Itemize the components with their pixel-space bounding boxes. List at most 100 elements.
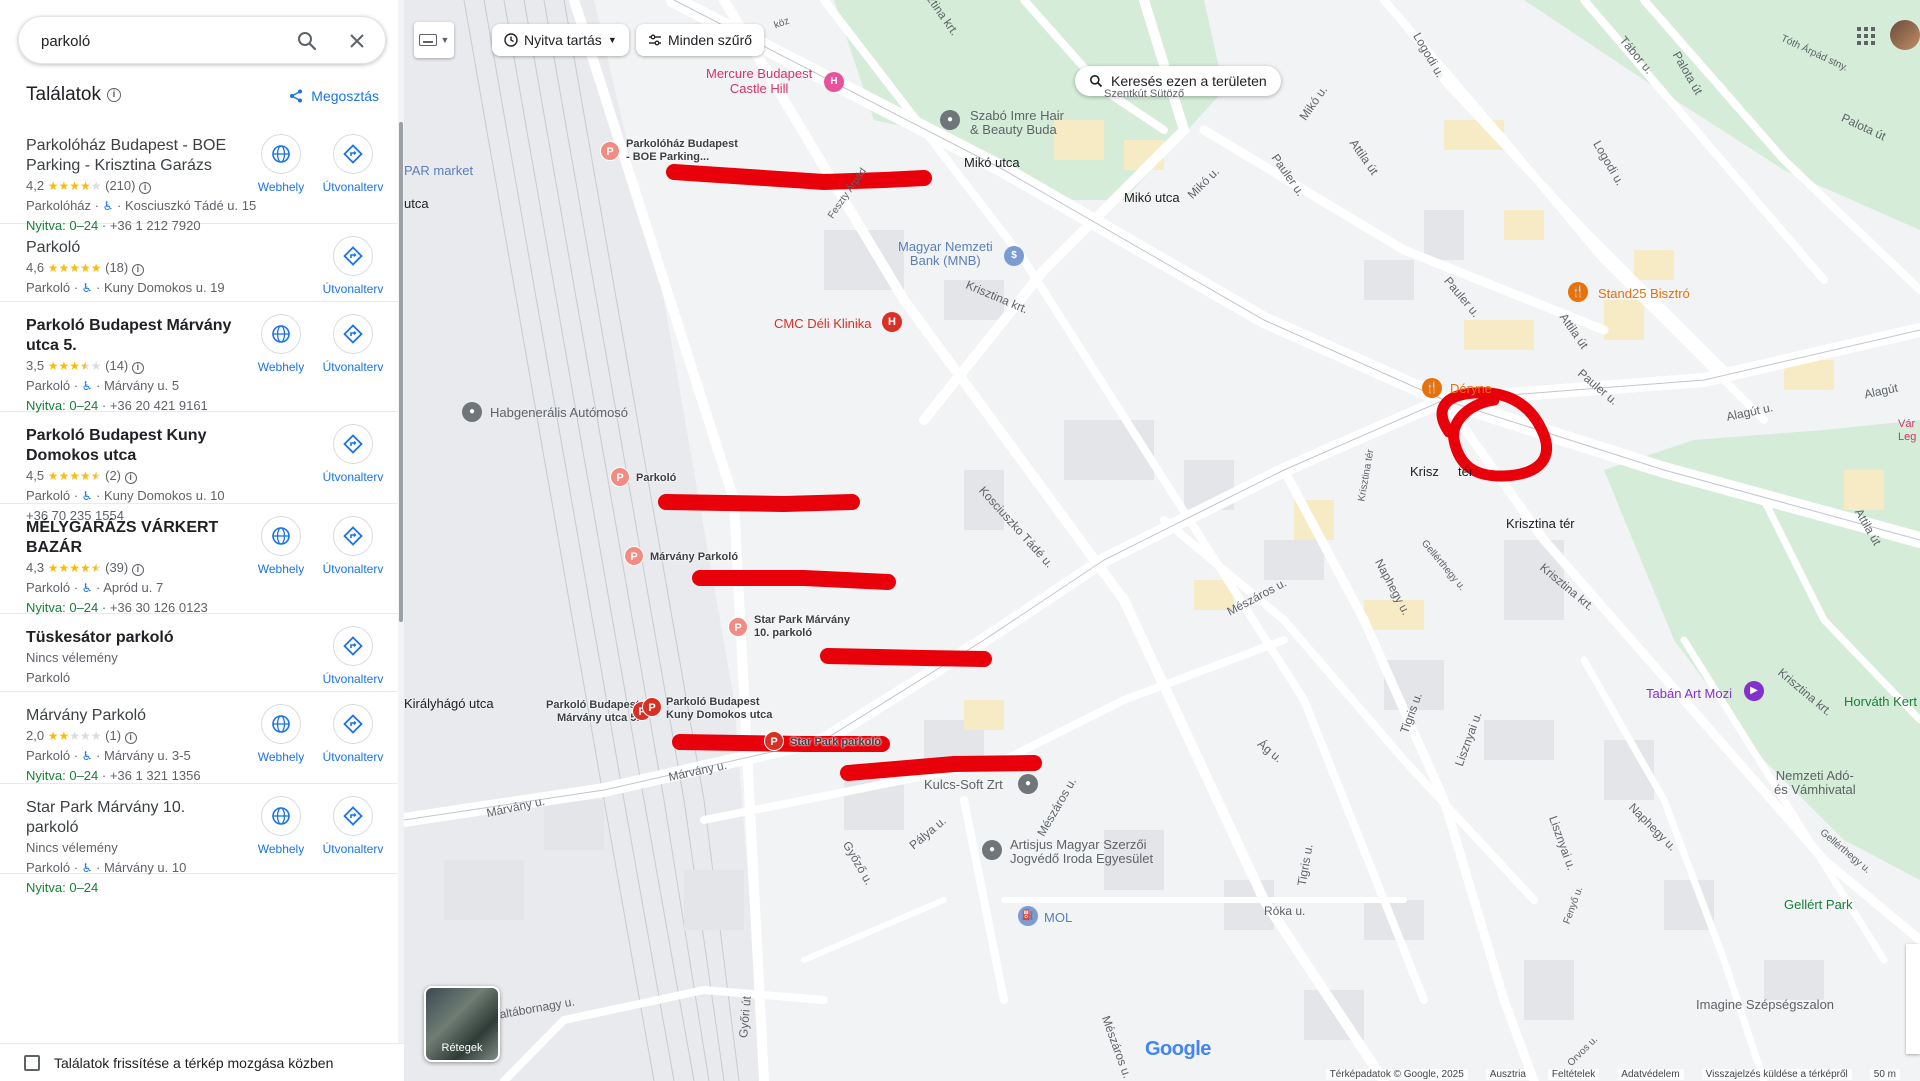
place-label-mercure[interactable]: Mercure Budapest Castle Hill bbox=[706, 66, 812, 96]
place-label-szentkuti[interactable]: Szentkút Sütöző bbox=[1104, 88, 1184, 100]
place-label-imagine[interactable]: Imagine Szépségszalon bbox=[1696, 997, 1834, 1012]
result-review-count[interactable]: (1) bbox=[105, 728, 121, 743]
place-label-szabo[interactable]: Szabó Imre Hair & Beauty Buda bbox=[970, 109, 1064, 137]
hospital-icon[interactable]: H bbox=[882, 312, 902, 332]
parking-label-parkolo[interactable]: Parkoló bbox=[636, 472, 676, 485]
directions-button[interactable]: Útvonalterv bbox=[320, 236, 386, 296]
parking-pin-starpark[interactable]: P bbox=[764, 731, 784, 751]
attribution-country[interactable]: Ausztria bbox=[1485, 1068, 1530, 1080]
website-button[interactable]: Webhely bbox=[248, 134, 314, 194]
result-card[interactable]: Parkoló Budapest Márvány utca 5. 3,5 ★★★★… bbox=[0, 302, 398, 413]
scrollbar-thumb[interactable] bbox=[399, 122, 403, 622]
info-icon[interactable]: i bbox=[124, 732, 137, 744]
place-label-krisztina-ter[interactable]: Krisztina tér bbox=[1506, 516, 1575, 531]
result-review-count[interactable]: (210) bbox=[105, 178, 135, 193]
search-box[interactable] bbox=[18, 16, 386, 64]
restaurant-icon[interactable]: 🍴 bbox=[1568, 282, 1588, 302]
directions-button[interactable]: Útvonalterv bbox=[320, 704, 386, 764]
result-phone[interactable]: +36 20 421 9161 bbox=[110, 398, 208, 413]
result-phone[interactable]: +36 30 126 0123 bbox=[110, 600, 208, 615]
result-card[interactable]: Parkoló 4,6 ★★★★★ (18) i Parkoló · ♿ · Kun… bbox=[0, 224, 398, 302]
search-input[interactable] bbox=[41, 29, 291, 53]
gas-station-icon[interactable]: ⛽ bbox=[1018, 906, 1038, 926]
place-label-artisjus[interactable]: Artisjus Magyar Szerzői Jogvédő Iroda Eg… bbox=[1010, 838, 1153, 866]
parking-pin-starpark-10[interactable]: P bbox=[728, 617, 748, 637]
search-icon[interactable] bbox=[295, 29, 319, 53]
directions-button[interactable]: Útvonalterv bbox=[320, 626, 386, 686]
place-label-miko-utca-stop[interactable]: Mikó utca bbox=[1124, 190, 1180, 205]
info-icon[interactable]: i bbox=[131, 564, 144, 576]
share-button[interactable]: Megosztás bbox=[289, 88, 379, 104]
result-card[interactable]: Parkolóház Budapest - BOE Parking - Kris… bbox=[0, 122, 398, 233]
keyboard-button[interactable]: ▼ bbox=[414, 22, 454, 58]
directions-button[interactable]: Útvonalterv bbox=[320, 134, 386, 194]
place-label-nav[interactable]: Nemzeti Adó- és Vámhivatal bbox=[1774, 769, 1856, 797]
directions-button[interactable]: Útvonalterv bbox=[320, 516, 386, 576]
parking-label-starpark[interactable]: Star Park parkoló bbox=[790, 736, 881, 749]
result-name[interactable]: Star Park Márvány 10. parkoló bbox=[26, 798, 236, 838]
result-card[interactable]: MÉLYGARÁZS VÁRKERT BAZÁR 4,3 ★★★★★ (39) i… bbox=[0, 504, 398, 615]
result-name[interactable]: Parkoló bbox=[26, 238, 236, 258]
car-wash-icon[interactable]: ● bbox=[462, 402, 482, 422]
bank-icon[interactable]: $ bbox=[1004, 246, 1024, 266]
apps-grid-icon[interactable] bbox=[1856, 26, 1876, 46]
parking-label-marvany-5[interactable]: Parkoló Budapest Márvány utca 5. bbox=[546, 699, 640, 725]
website-button[interactable]: Webhely bbox=[248, 314, 314, 374]
place-label-deryne[interactable]: Déryne bbox=[1450, 381, 1492, 396]
cinema-icon[interactable]: ▶ bbox=[1744, 681, 1764, 701]
parking-label-starpark-10[interactable]: Star Park Márvány 10. parkoló bbox=[754, 614, 850, 640]
close-icon[interactable] bbox=[345, 29, 369, 53]
result-name[interactable]: Márvány Parkoló bbox=[26, 706, 236, 726]
result-card[interactable]: Parkoló Budapest Kuny Domokos utca 4,5 ★★… bbox=[0, 412, 398, 523]
parking-pin-parkolo[interactable]: P bbox=[610, 467, 630, 487]
result-name[interactable]: MÉLYGARÁZS VÁRKERT BAZÁR bbox=[26, 518, 236, 558]
parking-label-kuny-domokos[interactable]: Parkoló Budapest Kuny Domokos utca bbox=[666, 696, 772, 722]
website-button[interactable]: Webhely bbox=[248, 704, 314, 764]
directions-button[interactable]: Útvonalterv bbox=[320, 424, 386, 484]
update-on-move-checkbox[interactable] bbox=[24, 1054, 40, 1071]
place-label-cmc[interactable]: CMC Déli Klinika bbox=[774, 316, 872, 331]
parking-label-boe[interactable]: Parkolóház Budapest - BOE Parking... bbox=[626, 138, 738, 164]
directions-button[interactable]: Útvonalterv bbox=[320, 796, 386, 856]
place-label-var[interactable]: Vár Leg bbox=[1898, 418, 1916, 444]
info-icon[interactable]: i bbox=[131, 264, 144, 276]
place-label-stand25[interactable]: Stand25 Bisztró bbox=[1598, 286, 1690, 301]
info-icon[interactable]: i bbox=[107, 88, 121, 102]
result-card[interactable]: Tüskesátor parkoló Nincs vélemény Parkoló Ú… bbox=[0, 614, 398, 692]
map-canvas[interactable]: ▼ Nyitva tartás ▼ Minden szűrő Keresés e… bbox=[404, 0, 1920, 1081]
info-icon[interactable]: i bbox=[124, 472, 137, 484]
place-label-gellert[interactable]: Gellért Park bbox=[1784, 897, 1853, 912]
restaurant-icon[interactable]: 🍴 bbox=[1422, 378, 1442, 398]
place-label-habgeneralis[interactable]: Habgenerális Autómosó bbox=[490, 405, 628, 420]
result-review-count[interactable]: (14) bbox=[105, 358, 128, 373]
directions-button[interactable]: Útvonalterv bbox=[320, 314, 386, 374]
place-label-par-market[interactable]: PAR market bbox=[404, 163, 473, 178]
result-name[interactable]: Parkoló Budapest Kuny Domokos utca bbox=[26, 426, 236, 466]
attribution-privacy[interactable]: Adatvédelem bbox=[1617, 1068, 1684, 1080]
result-name[interactable]: Parkoló Budapest Márvány utca 5. bbox=[26, 316, 236, 356]
chevron-down-icon[interactable]: ▼ bbox=[441, 35, 450, 45]
office-icon[interactable]: ● bbox=[982, 840, 1002, 860]
result-review-count[interactable]: (2) bbox=[105, 468, 121, 483]
parking-pin-boe[interactable]: P bbox=[600, 141, 620, 161]
update-on-move-row[interactable]: Találatok frissítése a térkép mozgása kö… bbox=[0, 1043, 404, 1081]
website-button[interactable]: Webhely bbox=[248, 796, 314, 856]
result-card[interactable]: Star Park Márvány 10. parkoló Nincs vélem… bbox=[0, 784, 398, 895]
all-filters-button[interactable]: Minden szűrő bbox=[636, 24, 765, 56]
parking-pin-kuny-domokos[interactable]: P bbox=[642, 697, 662, 717]
result-review-count[interactable]: (18) bbox=[105, 260, 128, 275]
parking-pin-marvany[interactable]: P bbox=[624, 546, 644, 566]
place-label-horvath[interactable]: Horváth Kert bbox=[1844, 694, 1917, 709]
attribution-scale[interactable]: 50 m bbox=[1869, 1068, 1900, 1080]
office-icon[interactable]: ● bbox=[1018, 774, 1038, 794]
layers-button[interactable]: Rétegek bbox=[424, 986, 500, 1062]
account-avatar[interactable] bbox=[1890, 20, 1920, 50]
place-label-kulcs[interactable]: Kulcs-Soft Zrt bbox=[924, 777, 1003, 792]
info-icon[interactable]: i bbox=[131, 362, 144, 374]
info-icon[interactable]: i bbox=[139, 182, 152, 194]
result-review-count[interactable]: (39) bbox=[105, 560, 128, 575]
place-label-tabanart[interactable]: Tabán Art Mozi bbox=[1646, 686, 1732, 701]
place-label-mnb[interactable]: Magyar Nemzeti Bank (MNB) bbox=[898, 240, 993, 268]
attribution-feedback[interactable]: Visszajelzés küldése a térképről bbox=[1701, 1068, 1852, 1080]
result-card[interactable]: Márvány Parkoló 2,0 ★★★★★ (1) i Parkoló · … bbox=[0, 692, 398, 784]
